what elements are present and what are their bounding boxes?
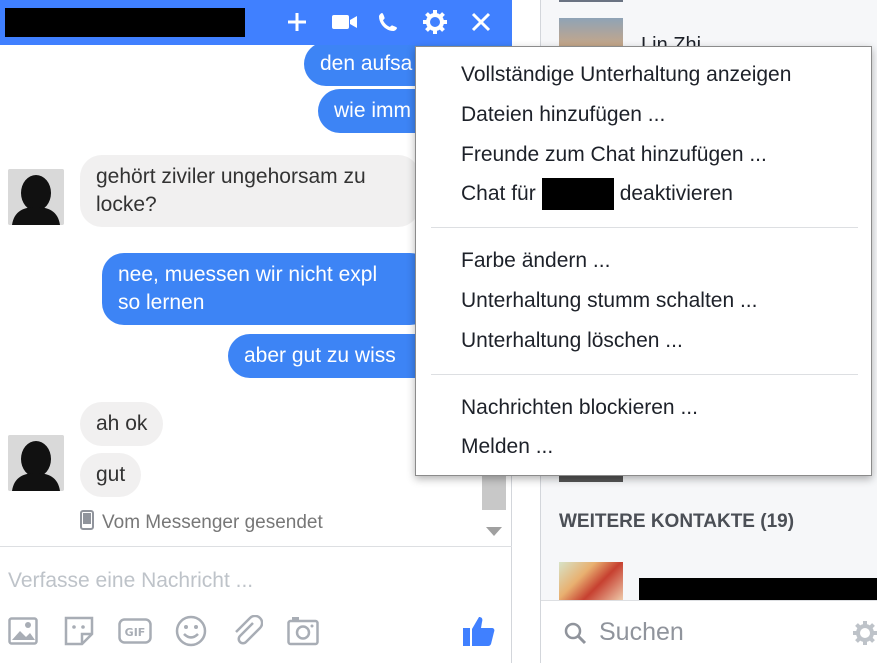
menu-item-change-color[interactable]: Farbe ändern ... [461, 249, 610, 273]
video-camera-icon[interactable] [330, 7, 360, 37]
message-text: nee, muessen wir nicht expl [118, 263, 378, 286]
menu-divider [431, 227, 858, 228]
settings-gear-icon[interactable] [853, 621, 877, 650]
menu-divider [431, 374, 858, 375]
gear-icon[interactable] [420, 7, 450, 37]
message-bubble-incoming: ah ok [80, 402, 164, 446]
search-icon [563, 621, 587, 650]
mobile-phone-icon [80, 510, 94, 536]
scroll-down-arrow-icon[interactable] [486, 524, 502, 542]
message-text: gehört ziviler ungehorsam zu [96, 165, 366, 188]
menu-item-label: Chat für [461, 182, 536, 205]
menu-item-add-files[interactable]: Dateien hinzufügen ... [461, 103, 665, 127]
menu-item-delete-conversation[interactable]: Unterhaltung löschen ... [461, 329, 683, 353]
camera-icon[interactable] [286, 614, 320, 648]
plus-icon[interactable] [282, 7, 312, 37]
menu-item-mute-conversation[interactable]: Unterhaltung stumm schalten ... [461, 289, 757, 313]
avatar[interactable] [8, 169, 64, 225]
redacted-contact-name [639, 578, 877, 602]
phone-icon[interactable] [373, 7, 403, 37]
menu-item-add-friends[interactable]: Freunde zum Chat hinzufügen ... [461, 143, 767, 167]
message-bubble-incoming: gut [80, 453, 142, 497]
sent-from-text: Vom Messenger gesendet [102, 512, 323, 533]
message-input[interactable]: Verfasse eine Nachricht ... [8, 569, 253, 593]
attachment-icon[interactable] [230, 614, 264, 648]
message-text: den aufsa [320, 52, 413, 75]
menu-item-full-conversation[interactable]: Vollständige Unterhaltung anzeigen [461, 63, 791, 87]
contact-photo[interactable] [559, 0, 623, 2]
emoji-icon[interactable] [174, 614, 208, 648]
close-icon[interactable] [466, 7, 496, 37]
svg-text:GIF: GIF [125, 626, 146, 639]
redacted-contact-name [541, 178, 614, 210]
sent-from-indicator: Vom Messenger gesendet [80, 510, 323, 536]
message-text: aber gut zu wiss [244, 344, 396, 367]
contact-photo[interactable] [559, 562, 623, 602]
avatar[interactable] [8, 435, 64, 491]
chat-header [0, 0, 512, 45]
contacts-search[interactable]: Suchen [541, 600, 877, 663]
menu-item-deactivate-chat[interactable]: Chat für deaktivieren [461, 178, 733, 210]
message-bubble-outgoing: nee, muessen wir nicht expl so lernen [102, 253, 432, 325]
menu-item-report[interactable]: Melden ... [461, 435, 553, 459]
message-text: wie imm [334, 99, 411, 122]
more-contacts-heading: WEITERE KONTAKTE (19) [559, 511, 795, 532]
message-text: gut [96, 463, 126, 486]
chat-options-menu: Vollständige Unterhaltung anzeigen Datei… [415, 46, 872, 476]
gif-icon[interactable]: GIF [118, 614, 152, 648]
redacted-chat-title [5, 8, 245, 37]
sticker-icon[interactable] [62, 614, 96, 648]
search-input[interactable]: Suchen [599, 618, 684, 647]
message-text: locke? [96, 193, 157, 216]
message-text: so lernen [118, 291, 205, 314]
thumbs-up-icon[interactable] [462, 614, 496, 648]
messenger-screen: den aufsa wie imm gehört ziviler ungehor… [0, 0, 877, 663]
message-composer: Verfasse eine Nachricht ... GIF [0, 546, 512, 663]
message-bubble-incoming: gehört ziviler ungehorsam zu locke? [80, 155, 420, 227]
menu-item-block-messages[interactable]: Nachrichten blockieren ... [461, 396, 698, 420]
menu-item-label: deaktivieren [619, 182, 733, 205]
image-icon[interactable] [6, 614, 40, 648]
message-text: ah ok [96, 412, 148, 435]
